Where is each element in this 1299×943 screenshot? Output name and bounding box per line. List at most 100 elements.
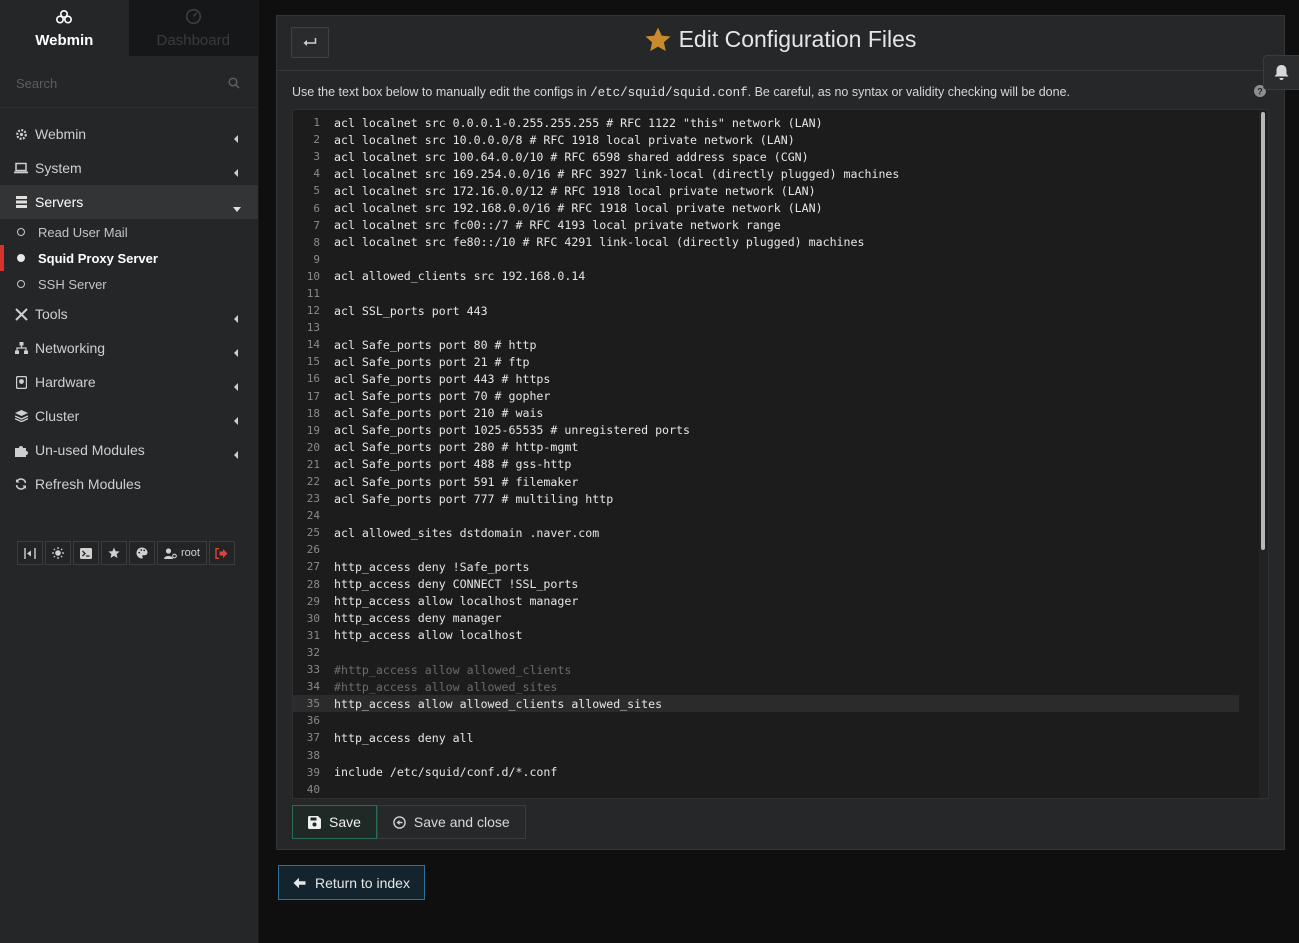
line-text: acl SSL_ports port 443 [334,303,488,318]
user-account-button[interactable]: root [157,541,207,565]
sidebar-item-networking[interactable]: Networking [0,331,258,365]
code-line[interactable]: 30 http_access deny manager [293,610,1268,627]
favorites-button[interactable] [101,541,127,565]
code-line[interactable]: 28 http_access deny CONNECT !SSL_ports [293,576,1268,593]
collapse-icon [24,547,36,559]
page-title: Edit Configuration Files [277,26,1284,53]
line-number: 11 [306,286,320,300]
sidebar-item-hardware[interactable]: Hardware [0,365,258,399]
code-line[interactable]: 12 acl SSL_ports port 443 [293,302,1268,319]
sidebar-item-servers[interactable]: Servers [0,185,258,219]
line-number: 24 [306,509,320,523]
code-line[interactable]: 22 acl Safe_ports port 591 # filemaker [293,473,1268,490]
line-text: #http_access allow allowed_sites [334,679,558,694]
sun-icon [52,547,64,559]
line-text: acl Safe_ports port 488 # gss-http [334,457,572,472]
return-to-index-button[interactable]: Return to index [278,865,425,900]
code-line[interactable]: 6 acl localnet src 192.168.0.0/16 # RFC 1… [293,199,1268,216]
sidebar-subitem-label: Read User Mail [38,224,128,240]
code-line[interactable]: 23 acl Safe_ports port 777 # multiling ht… [293,490,1268,507]
code-line[interactable]: 9 [293,251,1268,268]
code-line[interactable]: 21 acl Safe_ports port 488 # gss-http [293,456,1268,473]
code-line[interactable]: 38 [293,746,1268,763]
code-line[interactable]: 35 http_access allow allowed_clients allo… [293,695,1239,713]
code-line[interactable]: 18 acl Safe_ports port 210 # wais [293,405,1268,422]
editor-scrollbar-thumb[interactable] [1261,112,1265,550]
code-line[interactable]: 7 acl localnet src fc00::/7 # RFC 4193 lo… [293,217,1268,234]
code-line[interactable]: 1 acl localnet src 0.0.0.1-0.255.255.255 … [293,114,1268,131]
action-buttons: Save Save and close [292,805,526,839]
code-line[interactable]: 15 acl Safe_ports port 21 # ftp [293,353,1268,370]
search-input[interactable]: Search [16,76,57,91]
code-line[interactable]: 36 [293,712,1268,729]
code-line[interactable]: 11 [293,285,1268,302]
line-number: 6 [313,201,320,215]
gear-icon [14,127,28,141]
sidebar-item-refresh-modules[interactable]: Refresh Modules [0,467,258,501]
sidebar-subitem-read-user-mail[interactable]: Read User Mail [0,219,258,245]
star-icon[interactable] [645,27,671,52]
editor-scrollbar[interactable] [1259,110,1268,798]
sidebar-item-webmin[interactable]: Webmin [0,117,258,151]
code-line[interactable]: 24 [293,507,1268,524]
code-line[interactable]: 37 http_access deny all [293,729,1268,746]
edit-config-panel: Edit Configuration Files Use the text bo… [276,15,1285,850]
code-line[interactable]: 40 [293,781,1268,798]
sidebar-item-label: Cluster [35,408,80,424]
config-text-editor[interactable]: 1 acl localnet src 0.0.0.1-0.255.255.255 … [292,109,1269,799]
code-line[interactable]: 26 [293,541,1268,558]
sidebar-subitem-ssh-server[interactable]: SSH Server [0,271,258,297]
line-text: acl Safe_ports port 210 # wais [334,406,544,421]
code-line[interactable]: 25 acl allowed_sites dstdomain .naver.com [293,524,1268,541]
line-number: 10 [306,269,320,283]
line-number: 1 [313,116,320,130]
sidebar-item-label: Un-used Modules [35,442,145,458]
notifications-button[interactable] [1263,55,1299,90]
sidebar-item-system[interactable]: System [0,151,258,185]
code-line[interactable]: 29 http_access allow localhost manager [293,593,1268,610]
code-line[interactable]: 5 acl localnet src 172.16.0.0/12 # RFC 19… [293,182,1268,199]
editor-lines: 1 acl localnet src 0.0.0.1-0.255.255.255 … [293,110,1268,798]
terminal-button[interactable] [73,541,99,565]
sidebar-item-tools[interactable]: Tools [0,297,258,331]
tab-webmin[interactable]: Webmin [0,0,129,56]
search-icon [228,76,240,94]
line-text: acl allowed_clients src 192.168.0.14 [334,269,586,284]
line-number: 26 [306,543,320,557]
sidebar-search[interactable]: Search [0,56,258,108]
tools-icon [14,307,28,321]
code-line[interactable]: 31 http_access allow localhost [293,627,1268,644]
save-button[interactable]: Save [292,805,377,839]
code-line[interactable]: 34 #http_access allow allowed_sites [293,678,1268,695]
sidebar-subitem-squid-proxy-server[interactable]: Squid Proxy Server [0,245,258,271]
code-line[interactable]: 27 http_access deny !Safe_ports [293,558,1268,575]
code-line[interactable]: 2 acl localnet src 10.0.0.0/8 # RFC 1918 … [293,131,1268,148]
toggle-sidebar-button[interactable] [17,541,43,565]
caret-left-icon [234,344,239,360]
tab-webmin-label: Webmin [35,31,94,49]
code-line[interactable]: 3 acl localnet src 100.64.0.0/10 # RFC 65… [293,148,1268,165]
line-text: acl Safe_ports port 591 # filemaker [334,474,579,489]
code-line[interactable]: 19 acl Safe_ports port 1025-65535 # unreg… [293,422,1268,439]
code-line[interactable]: 13 [293,319,1268,336]
line-number: 8 [313,235,320,249]
code-line[interactable]: 17 acl Safe_ports port 70 # gopher [293,388,1268,405]
sidebar-item-unused-modules[interactable]: Un-used Modules [0,433,258,467]
code-line[interactable]: 8 acl localnet src fe80::/10 # RFC 4291 l… [293,234,1268,251]
code-line[interactable]: 16 acl Safe_ports port 443 # https [293,370,1268,387]
palette-button[interactable] [129,541,155,565]
logout-button[interactable] [208,541,235,565]
code-line[interactable]: 32 [293,644,1268,661]
tab-dashboard[interactable]: Dashboard [128,0,258,56]
theme-toggle-button[interactable] [45,541,71,565]
save-and-close-button[interactable]: Save and close [376,805,526,839]
sidebar-subitem-label: SSH Server [38,276,107,292]
code-line[interactable]: 33 #http_access allow allowed_clients [293,661,1268,678]
line-text: acl localnet src fc00::/7 # RFC 4193 loc… [334,218,781,233]
code-line[interactable]: 39 include /etc/squid/conf.d/*.conf [293,764,1268,781]
sidebar-item-cluster[interactable]: Cluster [0,399,258,433]
code-line[interactable]: 14 acl Safe_ports port 80 # http [293,336,1268,353]
code-line[interactable]: 4 acl localnet src 169.254.0.0/16 # RFC 3… [293,165,1268,182]
code-line[interactable]: 20 acl Safe_ports port 280 # http-mgmt [293,439,1268,456]
code-line[interactable]: 10 acl allowed_clients src 192.168.0.14 [293,268,1268,285]
